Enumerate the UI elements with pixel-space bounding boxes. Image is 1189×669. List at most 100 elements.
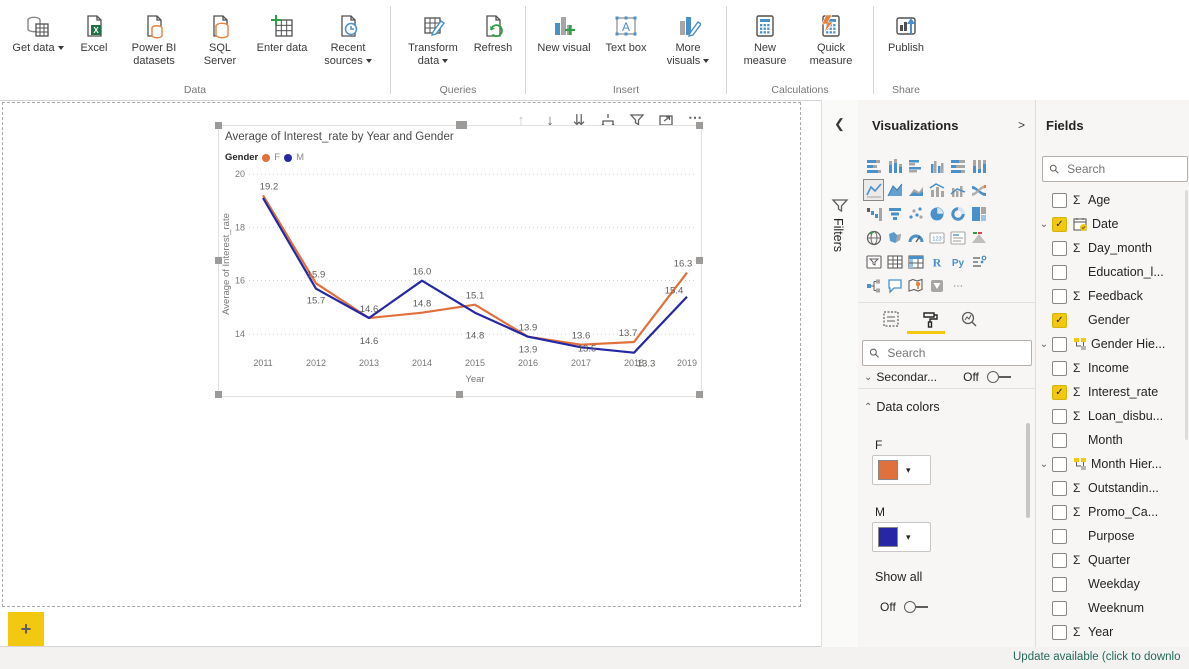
show-all-toggle[interactable] [904,601,928,613]
field-row-loan-disbu[interactable]: ΣLoan_disbu... [1036,404,1189,428]
field-row-interest-rate[interactable]: ✓ΣInterest_rate [1036,380,1189,404]
field-checkbox[interactable]: ✓ [1052,217,1067,232]
expand-filters-chevron[interactable]: ❮ [834,116,845,132]
visual-resize-handle[interactable] [456,391,463,398]
field-row-age[interactable]: ΣAge [1036,188,1189,212]
visual-type-filled-map[interactable] [884,227,905,249]
field-checkbox[interactable] [1052,553,1067,568]
data-colors-header[interactable]: ⌃ Data colors [864,400,940,414]
chevron-down-icon[interactable]: ⌄ [1036,459,1052,470]
visual-resize-handle[interactable] [696,391,703,398]
visual-type-stacked-column[interactable] [884,155,905,177]
field-checkbox[interactable] [1052,289,1067,304]
visual-resize-handle[interactable] [456,121,467,129]
visual-type-matrix[interactable] [905,251,926,273]
ribbon-button-power-bi-datasets[interactable]: Power BI datasets [122,4,186,68]
scrollbar[interactable] [1185,190,1188,440]
ribbon-button-excel[interactable]: XExcel [72,4,116,55]
visual-type-clustered-column[interactable] [926,155,947,177]
visual-type-clustered-bar[interactable] [905,155,926,177]
field-row-month-hier[interactable]: ⌄Month Hier... [1036,452,1189,476]
visual-type-map[interactable] [863,227,884,249]
field-row-promo-ca[interactable]: ΣPromo_Ca... [1036,500,1189,524]
visual-type-funnel[interactable] [884,203,905,225]
field-checkbox[interactable] [1052,337,1067,352]
format-search-input[interactable] [885,345,1025,361]
visual-type-r-script[interactable]: R [926,251,947,273]
visual-type-line-stacked-column[interactable] [926,179,947,201]
field-row-date[interactable]: ⌄✓Date [1036,212,1189,236]
field-row-outstandin[interactable]: ΣOutstandin... [1036,476,1189,500]
field-checkbox[interactable] [1052,241,1067,256]
visual-resize-handle[interactable] [215,391,222,398]
visual-type-stacked-bar-100[interactable] [947,155,968,177]
visual-type-python-visual[interactable]: Py [947,251,968,273]
new-page-button[interactable]: + [8,612,44,646]
field-checkbox[interactable] [1052,601,1067,616]
field-row-gender-hie[interactable]: ⌄Gender Hie... [1036,332,1189,356]
update-available-link[interactable]: Update available (click to downlo [1013,651,1180,663]
fields-search-input[interactable] [1065,161,1181,177]
field-checkbox[interactable] [1052,577,1067,592]
field-row-weeknum[interactable]: Weeknum [1036,596,1189,620]
field-checkbox[interactable] [1052,265,1067,280]
visual-type-kpi[interactable] [968,227,989,249]
collapse-visualizations-chevron[interactable]: > [1018,118,1025,132]
field-checkbox[interactable]: ✓ [1052,313,1067,328]
tab-analytics[interactable] [958,308,980,330]
visual-type-slicer[interactable] [863,251,884,273]
field-checkbox[interactable] [1052,481,1067,496]
ribbon-button-new-measure[interactable]: New measure [737,4,793,68]
visual-type-treemap[interactable] [968,203,989,225]
field-checkbox[interactable] [1052,361,1067,376]
visual-type-table[interactable] [884,251,905,273]
chevron-down-icon[interactable]: ⌄ [1036,219,1052,230]
field-row-feedback[interactable]: ΣFeedback [1036,284,1189,308]
ribbon-button-enter-data[interactable]: Enter data [254,4,310,55]
field-row-weekday[interactable]: Weekday [1036,572,1189,596]
field-row-day-month[interactable]: ΣDay_month [1036,236,1189,260]
tab-fields[interactable] [880,308,902,330]
field-checkbox[interactable] [1052,529,1067,544]
field-checkbox[interactable] [1052,193,1067,208]
visual-type-scatter[interactable] [905,203,926,225]
visual-type-gauge[interactable] [905,227,926,249]
visual-resize-handle[interactable] [215,257,222,264]
field-checkbox[interactable] [1052,409,1067,424]
visual-type-stacked-column-100[interactable] [968,155,989,177]
field-checkbox[interactable]: ✓ [1052,385,1067,400]
visual-type-card[interactable]: 123 [926,227,947,249]
field-row-year[interactable]: ΣYear [1036,620,1189,644]
field-row-income[interactable]: ΣIncome [1036,356,1189,380]
data-color-picker-m[interactable]: ▾ [872,522,931,552]
visual-resize-handle[interactable] [696,122,703,129]
field-row-education-l[interactable]: Education_l... [1036,260,1189,284]
ribbon-button-new-visual[interactable]: New visual [536,4,592,55]
ribbon-button-get-data[interactable]: Get data [10,4,66,55]
field-checkbox[interactable] [1052,505,1067,520]
field-checkbox[interactable] [1052,457,1067,472]
visual-type-decomposition-tree[interactable] [863,275,884,297]
ribbon-button-text-box[interactable]: AText box [598,4,654,55]
visual-type-arcgis-map[interactable] [905,275,926,297]
visual-type-stacked-area[interactable] [905,179,926,201]
visual-type-line-clustered-column[interactable] [947,179,968,201]
scrollbar[interactable] [1026,423,1030,518]
field-checkbox[interactable] [1052,625,1067,640]
visual-type-key-influencers[interactable] [968,251,989,273]
ribbon-button-quick-measure[interactable]: Quick measure [799,4,863,68]
tab-format[interactable] [919,308,941,330]
visual-resize-handle[interactable] [696,257,703,264]
visual-type-more-options[interactable]: ⋯ [947,275,968,297]
visual-type-donut[interactable] [947,203,968,225]
visual-type-ribbon[interactable] [968,179,989,201]
field-row-month[interactable]: Month [1036,428,1189,452]
secondary-axis-toggle[interactable] [987,371,1011,383]
chevron-down-icon[interactable]: ⌄ [1036,339,1052,350]
secondary-axis-row[interactable]: ⌄ Secondar... Off [864,370,1011,384]
visual-type-qna[interactable] [884,275,905,297]
ribbon-button-recent-sources[interactable]: Recent sources [316,4,380,68]
ribbon-button-transform-data[interactable]: Transform data [401,4,465,68]
line-chart-visual[interactable]: Average of Interest_rate by Year and Gen… [218,125,702,397]
visual-type-waterfall[interactable] [863,203,884,225]
